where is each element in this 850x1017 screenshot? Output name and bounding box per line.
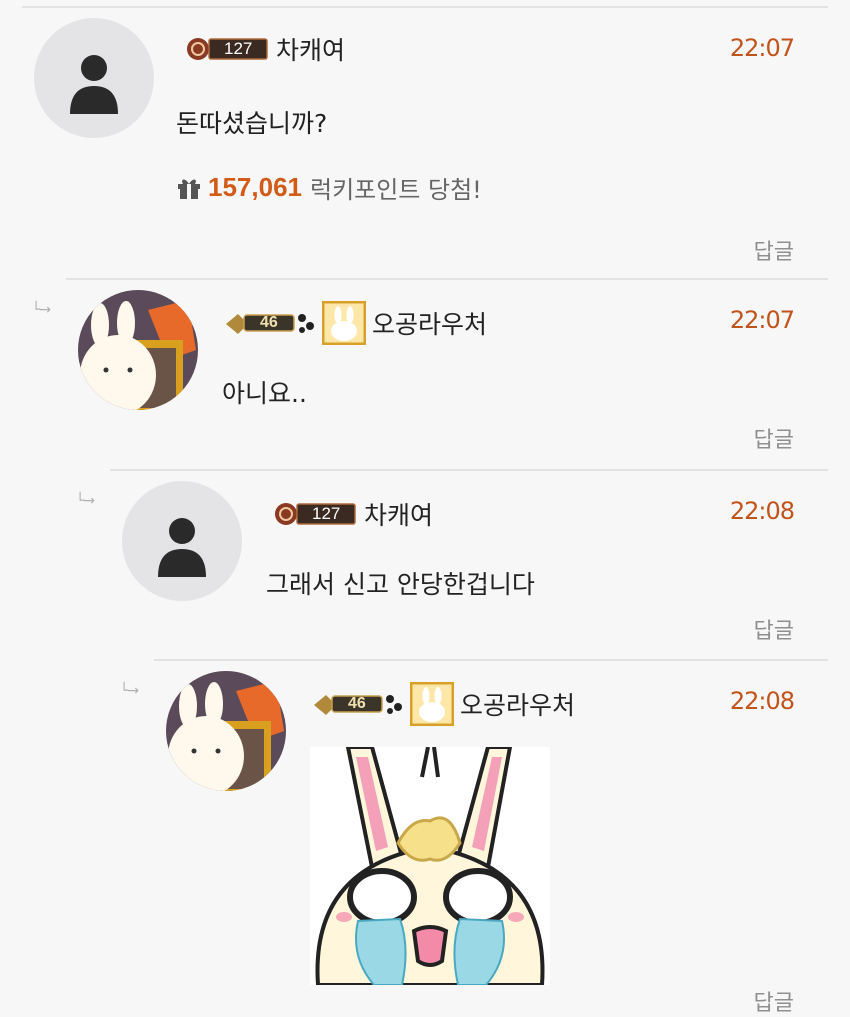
crying-bunny-sticker (310, 747, 550, 985)
reply-button[interactable]: 답글 (754, 422, 794, 454)
comment-text: 돈따셨습니까? (176, 109, 328, 138)
comment-reply: └→ 46 (120, 659, 828, 1016)
level-number: 127 (312, 504, 341, 523)
level-number: 127 (224, 39, 253, 58)
divider (66, 278, 828, 280)
reply-button[interactable]: 답글 (754, 234, 794, 266)
default-user-icon (70, 55, 118, 114)
timestamp: 22:07 (729, 306, 795, 334)
title-icon (321, 300, 367, 346)
level-badge: 127 (184, 37, 270, 61)
avatar[interactable] (34, 18, 154, 138)
timestamp: 22:08 (729, 687, 795, 715)
divider (110, 469, 828, 471)
comment-meta: 46 오공라우처 (312, 681, 575, 727)
username[interactable]: 차캐여 (276, 31, 345, 67)
reply-button[interactable]: 답글 (754, 985, 794, 1017)
bunny-avatar (78, 290, 198, 410)
level-badge: 46 (312, 692, 404, 716)
lucky-point-notice: 157,061 럭키포인트 당첨! (176, 170, 482, 205)
timestamp: 22:07 (729, 34, 795, 62)
comment-reply: └→ 127 차캐여 22:08 그래서 신고 안당한겁니다 답글 (76, 469, 828, 661)
comment: 127 차캐여 22:07 돈따셨습니까? 157,061 럭키포인트 당첨! … (22, 8, 828, 280)
avatar[interactable] (166, 671, 286, 791)
username[interactable]: 오공라우처 (460, 686, 575, 722)
lucky-points: 157,061 (208, 172, 302, 202)
reply-arrow-icon: └→ (32, 302, 51, 318)
divider (154, 659, 828, 661)
bunny-avatar (166, 671, 286, 791)
comment-reply: └→ 46 (32, 278, 828, 470)
reply-arrow-icon: └→ (120, 683, 139, 699)
comment-meta: 127 차캐여 (184, 32, 345, 66)
level-number: 46 (260, 314, 278, 331)
reply-button[interactable]: 답글 (754, 613, 794, 645)
comment-text: 아니요.. (222, 379, 307, 408)
level-number: 46 (348, 695, 366, 712)
username[interactable]: 차캐여 (364, 496, 433, 532)
reply-arrow-icon: └→ (76, 493, 95, 509)
comment-meta: 127 차캐여 (272, 497, 433, 531)
avatar[interactable] (78, 290, 198, 410)
default-user-icon (158, 518, 206, 577)
level-badge: 127 (272, 502, 358, 526)
gift-icon (178, 178, 200, 199)
avatar[interactable] (122, 481, 242, 601)
lucky-text: 럭키포인트 당첨! (309, 176, 482, 204)
timestamp: 22:08 (729, 497, 795, 525)
comment-meta: 46 오공라우처 (224, 300, 487, 346)
title-icon (409, 681, 455, 727)
username[interactable]: 오공라우처 (372, 305, 487, 341)
level-badge: 46 (224, 311, 316, 335)
comment-text: 그래서 신고 안당한겁니다 (266, 570, 535, 599)
